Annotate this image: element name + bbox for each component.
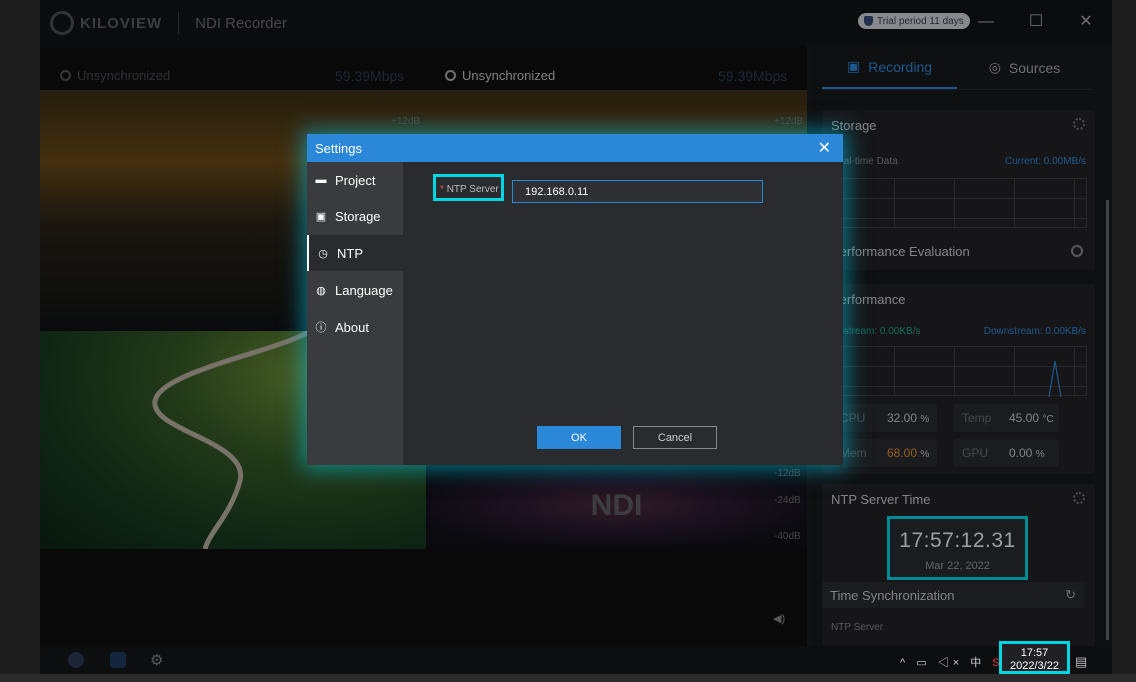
globe-icon: ◍	[316, 284, 326, 297]
menu-item-about[interactable]: ⓘ About	[307, 309, 403, 345]
info-icon: ⓘ	[315, 322, 327, 334]
settings-dialog: Settings ✕ ▬ Project ▣ Storage ◷ NTP ◍ Langu…	[307, 134, 843, 465]
close-icon[interactable]: ✕	[818, 138, 831, 158]
network-icon[interactable]: ▭	[916, 657, 930, 669]
ntp-server-input[interactable]	[512, 180, 763, 203]
menu-item-storage[interactable]: ▣ Storage	[307, 198, 403, 234]
clock-icon: ◷	[318, 247, 328, 260]
menu-item-project[interactable]: ▬ Project	[307, 162, 403, 198]
ok-button[interactable]: OK	[537, 426, 621, 449]
dialog-header: Settings ✕	[307, 134, 843, 162]
system-tray: ^ ▭ ◁× 中 S	[900, 654, 1004, 682]
menu-item-language[interactable]: ◍ Language	[307, 272, 403, 308]
ntp-server-field-label: * NTP Server	[433, 174, 504, 201]
folder-icon: ▬	[315, 174, 327, 186]
cancel-button[interactable]: Cancel	[633, 426, 717, 449]
ime-indicator[interactable]: 中	[970, 657, 985, 669]
dialog-title: Settings	[315, 141, 362, 156]
notification-icon[interactable]: ▤	[1075, 654, 1087, 682]
menu-item-ntp[interactable]: ◷ NTP	[307, 235, 405, 271]
chevron-up-icon[interactable]: ^	[900, 657, 909, 669]
volume-muted-icon[interactable]: ◁×	[938, 657, 963, 669]
storage-icon: ▣	[315, 210, 327, 223]
taskbar-clock[interactable]: 17:57 2022/3/22	[999, 641, 1070, 674]
settings-menu: ▬ Project ▣ Storage ◷ NTP ◍ Language ⓘ About	[307, 162, 405, 465]
